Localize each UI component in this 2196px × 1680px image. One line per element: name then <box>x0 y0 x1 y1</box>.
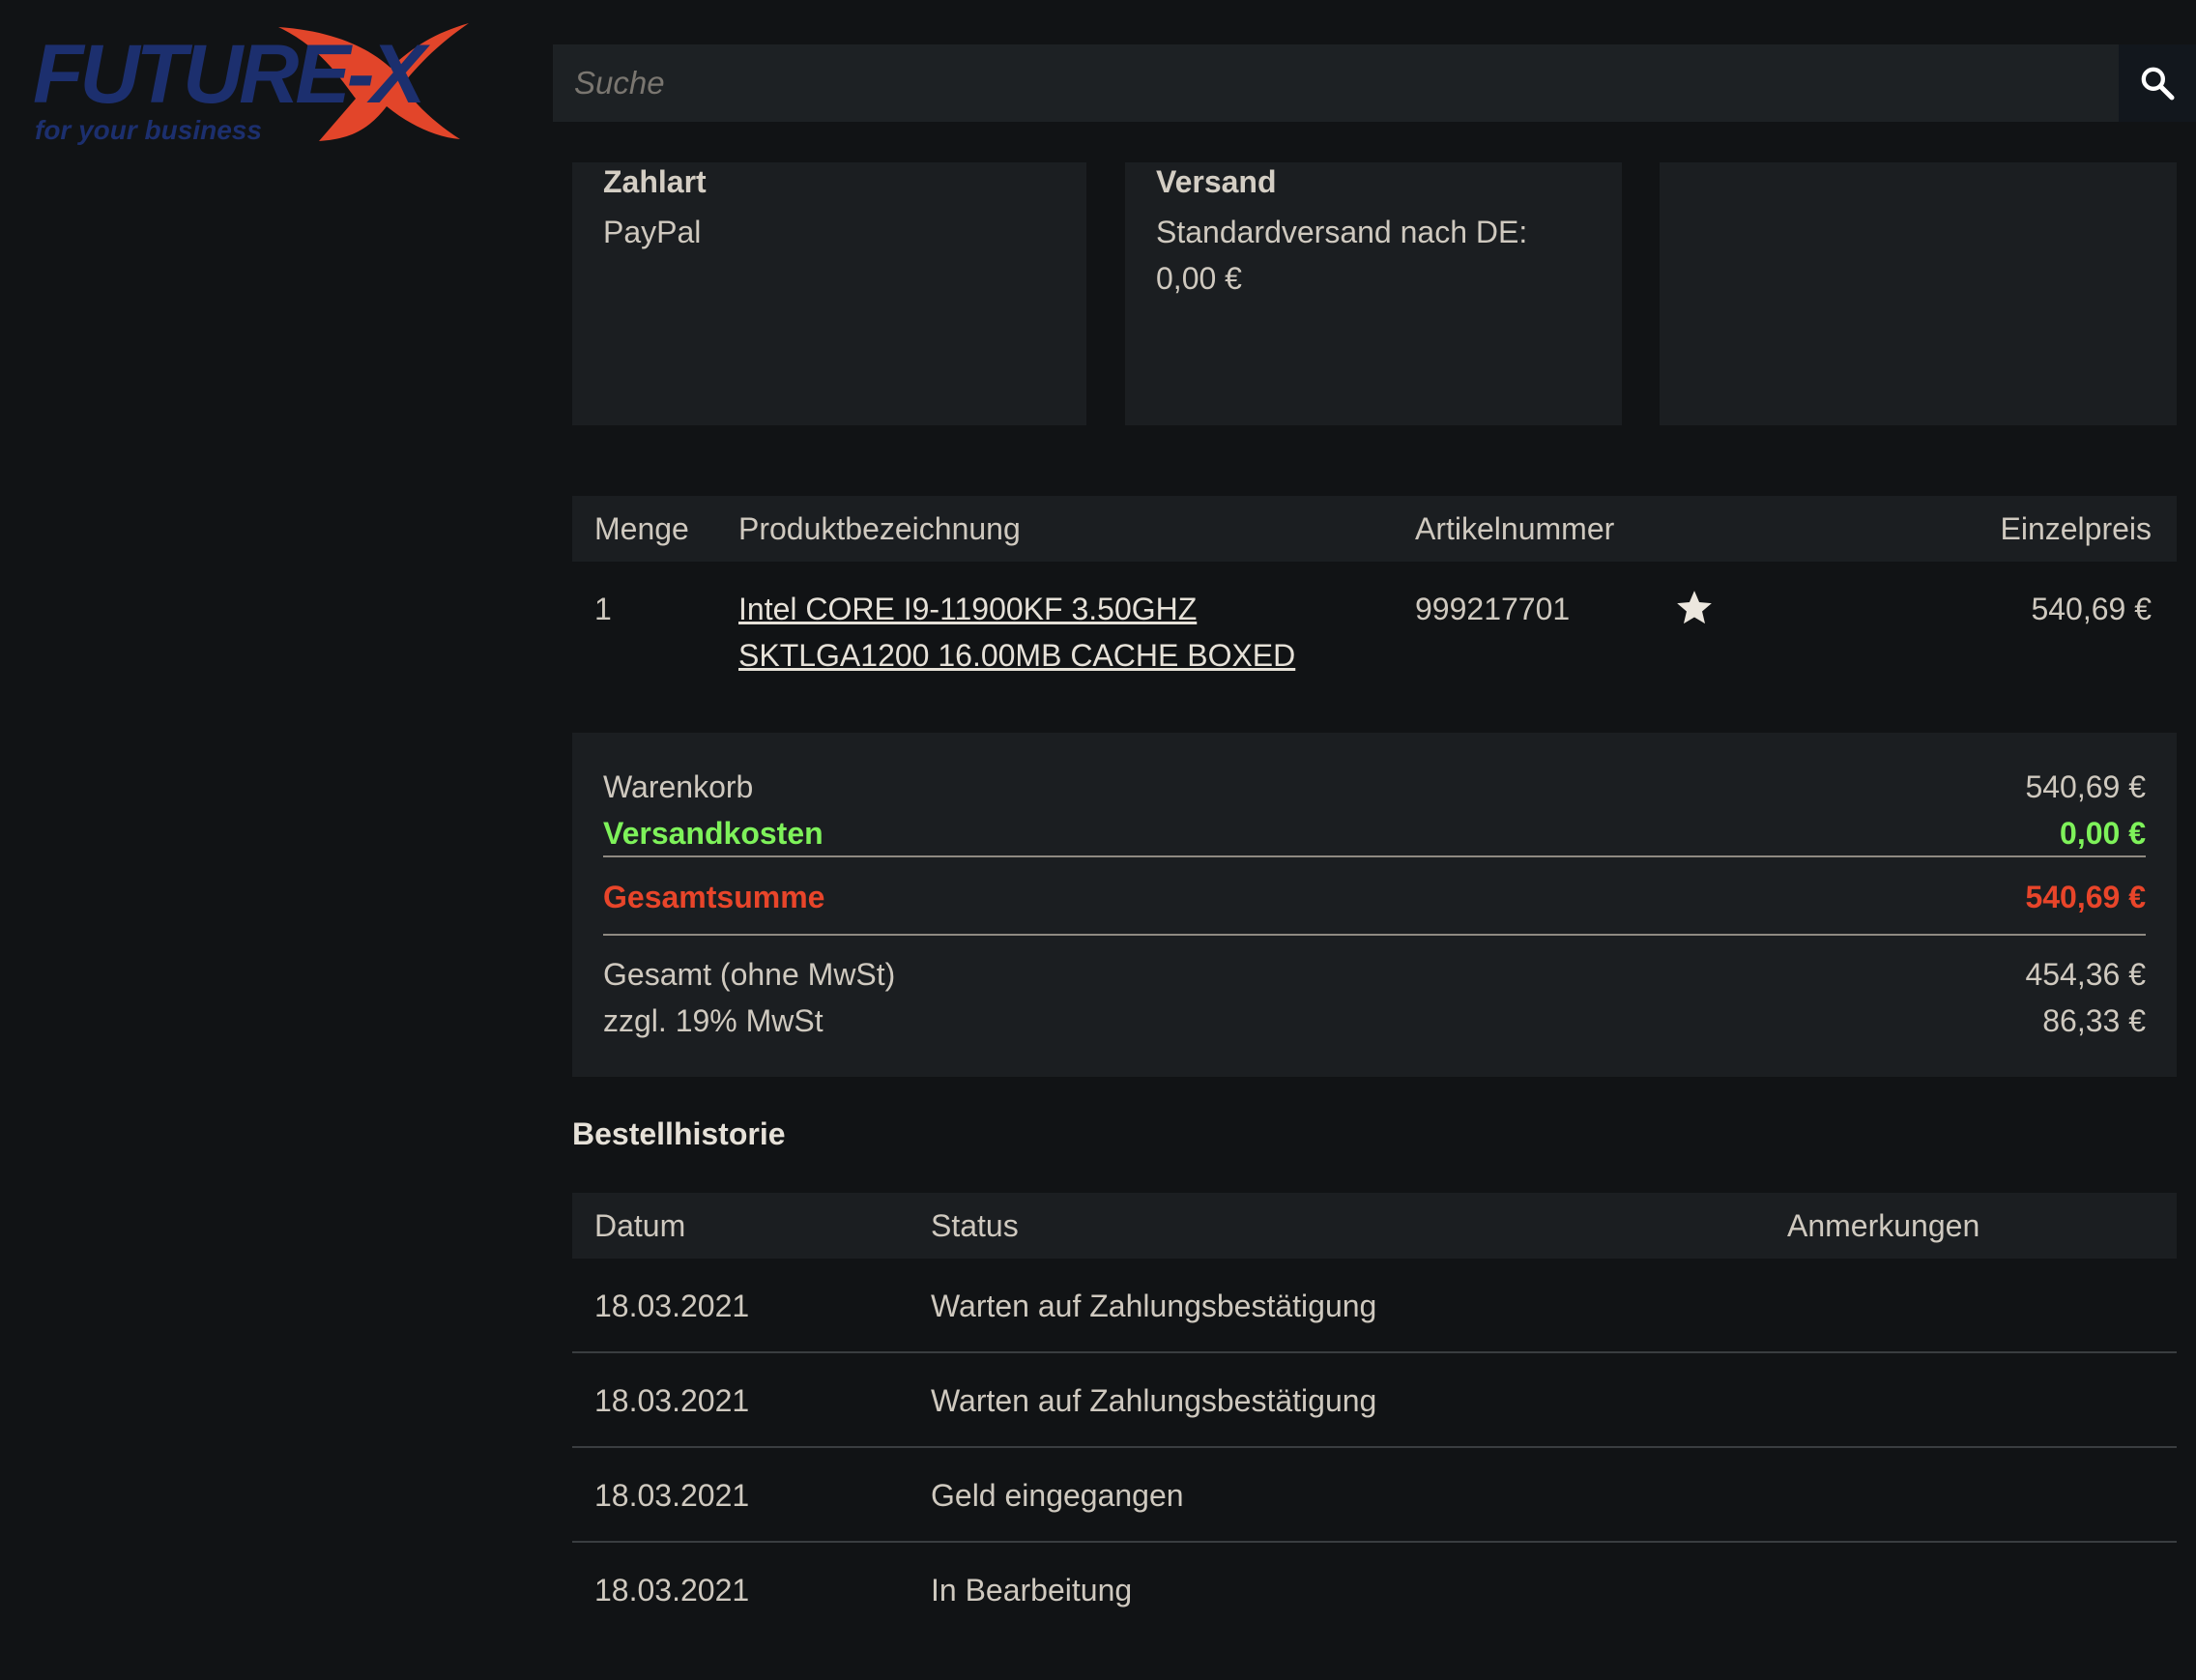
empty-box <box>1660 162 2177 425</box>
history-date: 18.03.2021 <box>594 1383 750 1418</box>
history-status: In Bearbeitung <box>931 1573 1133 1608</box>
shipping-title: Versand <box>1156 164 1277 199</box>
vat-label: zzgl. 19% MwSt <box>603 1003 824 1038</box>
table-row: 18.03.2021 In Bearbeitung <box>572 1543 2177 1637</box>
table-row: 18.03.2021 Warten auf Zahlungsbestätigun… <box>572 1259 2177 1353</box>
shipping-cost-value: 0,00 € <box>2060 816 2146 851</box>
header-price: Einzelpreis <box>2000 511 2152 546</box>
payment-value: PayPal <box>603 215 702 249</box>
table-row: 1 Intel CORE I9-11900KF 3.50GHZ SKTLGA12… <box>572 586 2177 682</box>
grand-total-value: 540,69 € <box>2025 880 2146 914</box>
history-date: 18.03.2021 <box>594 1573 750 1608</box>
product-table-header: Menge Produktbezeichnung Artikelnummer E… <box>572 496 2177 562</box>
payment-box: Zahlart PayPal <box>572 162 1086 425</box>
cart-value: 540,69 € <box>2025 769 2146 804</box>
cart-label: Warenkorb <box>603 769 754 804</box>
history-title: Bestellhistorie <box>572 1116 786 1151</box>
logo[interactable]: FUTURE-X for your business <box>29 17 474 153</box>
header-sku: Artikelnummer <box>1415 511 1615 546</box>
favorite-button[interactable] <box>1674 586 1715 641</box>
search-icon <box>2141 67 2175 101</box>
product-name-link[interactable]: Intel CORE I9-11900KF 3.50GHZ SKTLGA1200… <box>738 586 1295 679</box>
payment-title: Zahlart <box>603 164 707 199</box>
grand-total-label: Gesamtsumme <box>603 880 825 914</box>
net-total-label: Gesamt (ohne MwSt) <box>603 957 896 992</box>
history-status: Warten auf Zahlungsbestätigung <box>931 1383 1377 1418</box>
divider <box>603 855 2146 857</box>
product-price: 540,69 € <box>2031 592 2152 626</box>
history-date: 18.03.2021 <box>594 1478 750 1513</box>
table-row: 18.03.2021 Warten auf Zahlungsbestätigun… <box>572 1353 2177 1448</box>
product-name-line2: SKTLGA1200 16.00MB CACHE BOXED <box>738 638 1296 673</box>
search-bar <box>553 44 2196 122</box>
header-qty: Menge <box>594 511 689 546</box>
history-status: Geld eingegangen <box>931 1478 1184 1513</box>
shipping-line2: 0,00 € <box>1156 261 1242 296</box>
history-date: 18.03.2021 <box>594 1289 750 1323</box>
product-sku: 999217701 <box>1415 592 1571 626</box>
header-status: Status <box>931 1208 1019 1243</box>
header-name: Produktbezeichnung <box>738 511 1021 546</box>
shipping-cost-label: Versandkosten <box>603 816 824 851</box>
search-input[interactable] <box>553 44 2119 122</box>
logo-brand: FUTURE-X <box>33 28 430 121</box>
divider <box>603 934 2146 936</box>
shipping-box: Versand Standardversand nach DE: 0,00 € <box>1125 162 1622 425</box>
totals-panel: Warenkorb 540,69 € Versandkosten 0,00 € … <box>572 733 2177 1077</box>
logo-tagline: for your business <box>35 115 262 145</box>
search-button[interactable] <box>2119 44 2196 122</box>
shipping-method: Standardversand nach DE: 0,00 € <box>1156 209 1527 302</box>
table-row: 18.03.2021 Geld eingegangen <box>572 1448 2177 1543</box>
header-notes: Anmerkungen <box>1787 1208 1980 1243</box>
shipping-line1: Standardversand nach DE: <box>1156 215 1528 249</box>
product-qty: 1 <box>594 592 612 626</box>
product-name-line1: Intel CORE I9-11900KF 3.50GHZ <box>738 592 1198 626</box>
history-status: Warten auf Zahlungsbestätigung <box>931 1289 1377 1323</box>
vat-value: 86,33 € <box>2042 1003 2146 1038</box>
history-table-header: Datum Status Anmerkungen <box>572 1193 2177 1259</box>
logo-graphic: FUTURE-X for your business <box>33 23 469 145</box>
star-icon <box>1677 591 1712 624</box>
header-date: Datum <box>594 1208 686 1243</box>
net-total-value: 454,36 € <box>2025 957 2146 992</box>
